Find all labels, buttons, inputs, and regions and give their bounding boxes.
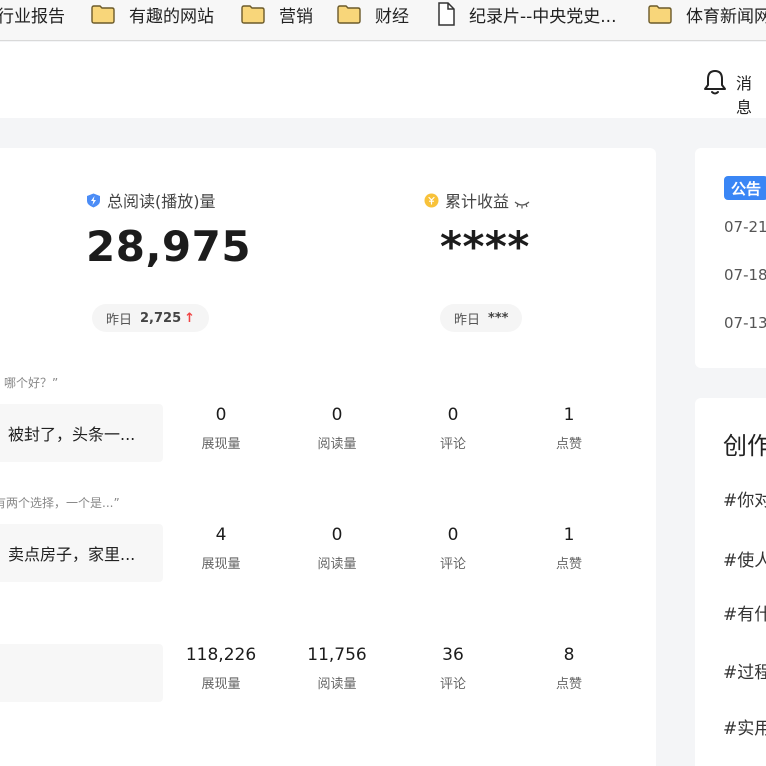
folder-icon (91, 4, 115, 24)
metric-value: 1 (563, 405, 575, 425)
metric-value: 0 (447, 525, 459, 545)
creation-title: 创作 (723, 432, 766, 460)
metric-label: 评论 (439, 677, 466, 692)
metric-comments: 0 评论 (398, 525, 508, 572)
metric-likes: 1 点赞 (514, 405, 624, 452)
topic-item[interactable]: #有什 (723, 600, 766, 625)
total-reads-title: 总阅读(播放)量 (86, 188, 251, 212)
yesterday-label: 昨日 (106, 312, 133, 328)
total-income-value: **** (440, 222, 530, 271)
lightning-shield-icon (86, 193, 101, 208)
bookmark-label: 行业报告 (0, 6, 65, 27)
metric-impressions: 118,226 展现量 (166, 645, 276, 692)
article-title-box[interactable] (0, 644, 163, 702)
metric-label: 展现量 (201, 437, 241, 452)
topic-item[interactable]: #使人 (723, 546, 766, 571)
total-reads-value: 28,975 (86, 222, 252, 271)
bookmark-label: 有趣的网站 (129, 6, 214, 27)
metric-label: 展现量 (201, 557, 241, 572)
metric-label: 评论 (439, 557, 466, 572)
topic-item[interactable]: #过程 (723, 658, 766, 683)
folder-icon (241, 4, 265, 24)
total-reads-block: 总阅读(播放)量 28,975 (86, 188, 251, 271)
notice-date[interactable]: 07-13 (724, 314, 766, 332)
income-yesterday-pill: 昨日 *** (440, 304, 523, 332)
bookmark-label: 营销 (279, 6, 313, 27)
eye-closed-icon[interactable] (514, 195, 530, 209)
stats-card: 总阅读(播放)量 28,975 昨日 2,725 ↑ 累计收益 **** 昨日 … (0, 148, 656, 766)
total-reads-label: 总阅读(播放)量 (107, 192, 216, 211)
folder-icon (337, 4, 361, 24)
article-hint: 有两个选择，一个是...” (0, 496, 120, 510)
total-income-title: 累计收益 (424, 188, 530, 212)
total-income-block: 累计收益 **** (424, 188, 530, 271)
metric-impressions: 4 展现量 (166, 525, 276, 572)
metric-label: 点赞 (555, 677, 582, 692)
notice-date[interactable]: 07-21 (724, 218, 766, 236)
bookmark-label: 纪录片--中央党史... (469, 6, 617, 27)
metric-value: 118,226 (185, 645, 257, 665)
total-income-label: 累计收益 (445, 192, 510, 211)
article-hint: 哪个好？” (4, 376, 59, 390)
topic-item[interactable]: #实用 (723, 714, 766, 739)
metric-label: 评论 (439, 437, 466, 452)
metric-reads: 11,756 阅读量 (282, 645, 392, 692)
metric-value: 0 (447, 405, 459, 425)
bookmark-fun-sites[interactable]: 有趣的网站 (91, 0, 214, 28)
bookmark-sports-news[interactable]: 体育新闻网 (648, 0, 766, 28)
bookmark-finance[interactable]: 财经 (337, 0, 409, 28)
top-header: 消息 (0, 42, 766, 118)
metric-value: 0 (331, 405, 343, 425)
metric-comments: 0 评论 (398, 405, 508, 452)
article-title-box[interactable]: 被封了，头条一... (0, 404, 163, 462)
notice-card: 公告 07-21 07-18 07-13 (695, 148, 766, 368)
bookmark-industry-report[interactable]: 行业报告 (0, 0, 65, 28)
income-yesterday-value: *** (488, 310, 509, 326)
metric-label: 展现量 (201, 677, 241, 692)
metric-value: 4 (215, 525, 227, 545)
metric-reads: 0 阅读量 (282, 525, 392, 572)
metric-likes: 1 点赞 (514, 525, 624, 572)
metric-reads: 0 阅读量 (282, 405, 392, 452)
bookmarks-bar: 行业报告 有趣的网站 营销 财经 纪录片--中央党史... 体育新闻网 (0, 0, 766, 41)
bell-icon[interactable] (702, 68, 728, 96)
document-icon (437, 2, 455, 26)
metric-label: 点赞 (555, 557, 582, 572)
metric-comments: 36 评论 (398, 645, 508, 692)
notice-date[interactable]: 07-18 (724, 266, 766, 284)
notice-badge: 公告 (724, 176, 766, 200)
metric-label: 阅读量 (317, 677, 357, 692)
metric-label: 阅读量 (317, 437, 357, 452)
metric-value: 0 (215, 405, 227, 425)
metric-value: 11,756 (307, 645, 367, 665)
metric-value: 1 (563, 525, 575, 545)
bookmark-marketing[interactable]: 营销 (241, 0, 313, 28)
trend-up-icon: ↑ (184, 310, 196, 326)
metric-value: 0 (331, 525, 343, 545)
article-title: 被封了，头条一... (8, 425, 136, 444)
reads-yesterday-pill: 昨日 2,725 ↑ (92, 304, 210, 332)
metric-value: 8 (563, 645, 575, 665)
bookmark-documentary[interactable]: 纪录片--中央党史... (437, 0, 616, 28)
messages-link[interactable]: 消息 (736, 70, 766, 118)
metric-impressions: 0 展现量 (166, 405, 276, 452)
reads-yesterday-value: 2,725 (140, 310, 182, 326)
bookmark-label: 财经 (375, 6, 409, 27)
metric-label: 点赞 (555, 437, 582, 452)
topic-item[interactable]: #你对 (723, 486, 766, 511)
metric-value: 36 (442, 645, 464, 665)
metric-label: 阅读量 (317, 557, 357, 572)
metric-likes: 8 点赞 (514, 645, 624, 692)
article-title-box[interactable]: 卖点房子，家里... (0, 524, 163, 582)
coin-icon (424, 193, 439, 208)
creation-card: 创作 #你对 #使人 #有什 #过程 #实用 (695, 398, 766, 766)
folder-icon (648, 4, 672, 24)
yesterday-label: 昨日 (454, 312, 481, 328)
bookmark-label: 体育新闻网 (686, 6, 766, 27)
article-title: 卖点房子，家里... (8, 545, 136, 564)
